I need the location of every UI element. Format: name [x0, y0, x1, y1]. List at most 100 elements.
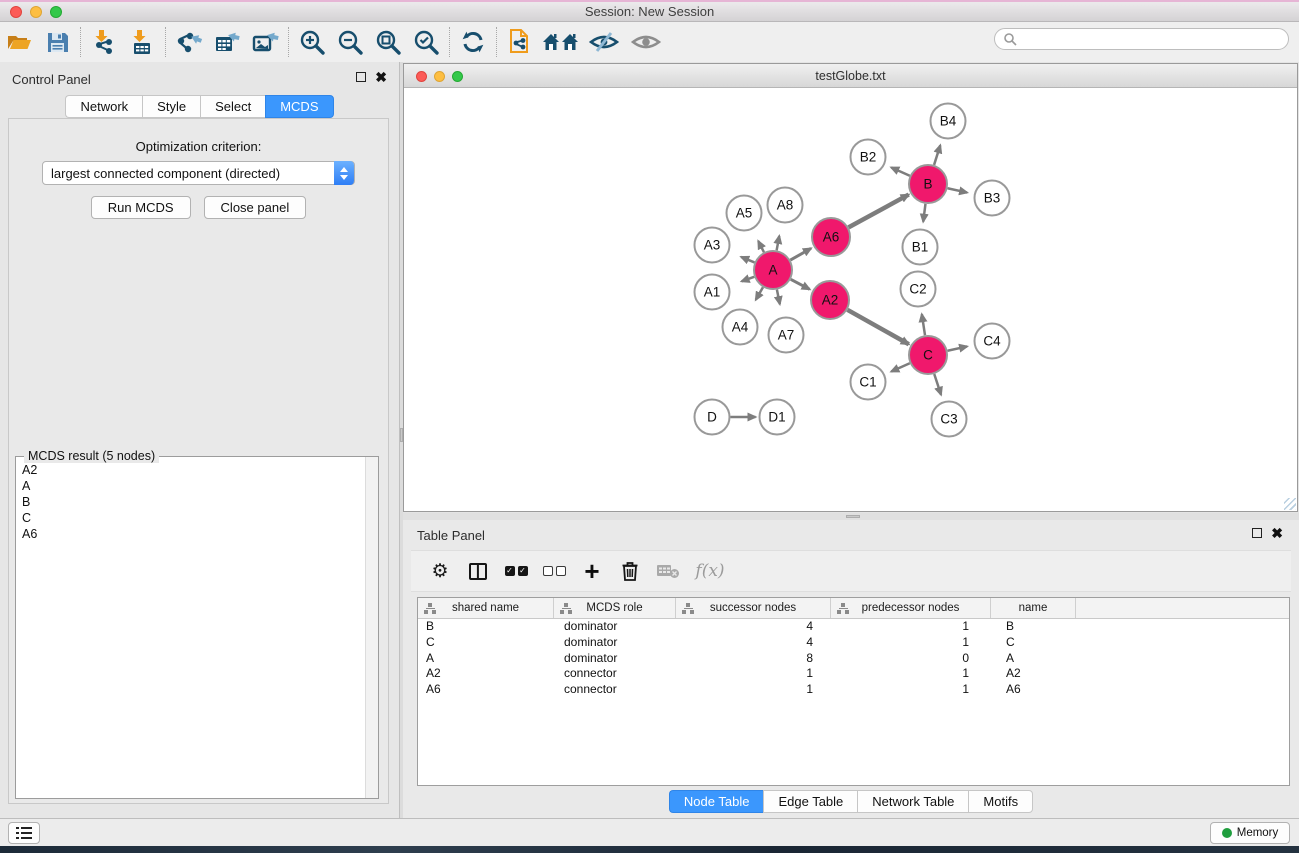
graph-node-A4[interactable]: A4	[723, 310, 758, 345]
table-cell[interactable]: dominator	[554, 651, 676, 667]
table-row[interactable]: A6connector11A6	[418, 682, 1289, 698]
tab-network[interactable]: Network	[65, 95, 142, 118]
table-cell[interactable]: connector	[554, 682, 676, 698]
graph-edge-A-A5[interactable]	[758, 241, 764, 252]
search-text-field[interactable]	[1022, 32, 1288, 46]
graph-node-C3[interactable]: C3	[932, 402, 967, 437]
graph-node-B3[interactable]: B3	[975, 181, 1010, 216]
trash-icon[interactable]	[611, 554, 649, 588]
table-cell[interactable]: 1	[676, 666, 831, 682]
graph-edge-A-A8[interactable]	[777, 236, 780, 250]
gear-icon[interactable]: ⚙	[421, 554, 459, 588]
zoom-out-icon[interactable]	[331, 25, 369, 59]
network-close-button[interactable]	[416, 71, 427, 82]
table-cell[interactable]: B	[991, 619, 1076, 635]
column-header-shared-name[interactable]: shared name	[418, 598, 554, 618]
table-cell[interactable]: 1	[831, 666, 991, 682]
table-tab-network-table[interactable]: Network Table	[857, 790, 968, 813]
column-header-predecessor-nodes[interactable]: predecessor nodes	[831, 598, 991, 618]
graph-node-A1[interactable]: A1	[695, 275, 730, 310]
graph-node-C2[interactable]: C2	[901, 272, 936, 307]
search-input[interactable]	[994, 28, 1289, 50]
table-cell[interactable]: 4	[676, 619, 831, 635]
table-cell[interactable]: 8	[676, 651, 831, 667]
table-cell[interactable]: 4	[676, 635, 831, 651]
graph-node-B[interactable]: B	[909, 165, 947, 203]
result-item[interactable]: A2	[16, 462, 364, 478]
close-panel-button[interactable]: Close panel	[204, 196, 307, 219]
graph-edge-A-A4[interactable]	[756, 287, 763, 299]
column-header-successor-nodes[interactable]: successor nodes	[676, 598, 831, 618]
file-network-icon[interactable]	[501, 25, 539, 59]
result-item[interactable]: B	[16, 494, 364, 510]
refresh-icon[interactable]	[454, 25, 492, 59]
eye-slash-icon[interactable]	[583, 25, 625, 59]
network-minimize-button[interactable]	[434, 71, 445, 82]
table-cell[interactable]: A6	[991, 682, 1076, 698]
table-cell[interactable]: 1	[676, 682, 831, 698]
add-column-icon[interactable]: +	[573, 554, 611, 588]
open-folder-icon[interactable]	[0, 25, 38, 59]
result-item[interactable]: C	[16, 510, 364, 526]
tab-select[interactable]: Select	[200, 95, 265, 118]
close-table-panel-icon[interactable]: ✖	[1271, 528, 1283, 538]
graph-edge-A-A1[interactable]	[742, 277, 755, 282]
horizontal-splitter[interactable]	[403, 513, 1299, 520]
minimize-window-button[interactable]	[30, 6, 42, 18]
zoom-in-icon[interactable]	[293, 25, 331, 59]
close-panel-icon[interactable]: ✖	[375, 72, 387, 82]
table-cell[interactable]: A2	[991, 666, 1076, 682]
table-tab-node-table[interactable]: Node Table	[669, 790, 764, 813]
network-zoom-button[interactable]	[452, 71, 463, 82]
save-icon[interactable]	[38, 25, 76, 59]
graph-edge-A-A2[interactable]	[791, 279, 810, 289]
graph-node-A6[interactable]: A6	[812, 218, 850, 256]
close-window-button[interactable]	[10, 6, 22, 18]
table-cell[interactable]: B	[418, 619, 554, 635]
zoom-selected-icon[interactable]	[407, 25, 445, 59]
graph-edge-C-C4[interactable]	[948, 346, 968, 350]
table-cell[interactable]: 1	[831, 682, 991, 698]
table-cell[interactable]: 1	[831, 635, 991, 651]
tab-style[interactable]: Style	[142, 95, 200, 118]
node-table[interactable]: shared name MCDS role successor nodes pr…	[417, 597, 1290, 786]
graph-edge-A-A6[interactable]	[790, 248, 811, 260]
graph-node-A7[interactable]: A7	[769, 318, 804, 353]
task-history-button[interactable]	[8, 822, 40, 844]
table-cell[interactable]: connector	[554, 666, 676, 682]
graph-edge-C-C1[interactable]	[891, 363, 910, 371]
graph-edge-A-A3[interactable]	[741, 257, 754, 262]
tab-mcds[interactable]: MCDS	[265, 95, 333, 118]
graph-node-C1[interactable]: C1	[851, 365, 886, 400]
graph-edge-B-B3[interactable]	[948, 188, 968, 192]
graph-node-D1[interactable]: D1	[760, 400, 795, 435]
table-cell[interactable]: C	[418, 635, 554, 651]
graph-edge-B-B4[interactable]	[934, 145, 940, 165]
table-tab-edge-table[interactable]: Edge Table	[763, 790, 857, 813]
table-cell[interactable]: 1	[831, 619, 991, 635]
result-scrollbar[interactable]	[365, 457, 378, 798]
graph-node-C[interactable]: C	[909, 336, 947, 374]
columns-icon[interactable]	[459, 554, 497, 588]
column-header-mcds-role[interactable]: MCDS role	[554, 598, 676, 618]
graph-node-C4[interactable]: C4	[975, 324, 1010, 359]
table-row[interactable]: Adominator80A	[418, 651, 1289, 667]
houses-icon[interactable]	[539, 25, 583, 59]
graph-edge-C-C3[interactable]	[934, 374, 941, 395]
run-mcds-button[interactable]: Run MCDS	[91, 196, 191, 219]
export-image-icon[interactable]	[246, 25, 284, 59]
float-table-panel-icon[interactable]	[1252, 528, 1262, 538]
table-cell[interactable]: dominator	[554, 635, 676, 651]
graph-edge-A6-B[interactable]	[849, 195, 909, 228]
graph-node-A2[interactable]: A2	[811, 281, 849, 319]
export-network-icon[interactable]	[170, 25, 208, 59]
graph-node-A8[interactable]: A8	[768, 188, 803, 223]
table-cell[interactable]: A6	[418, 682, 554, 698]
table-cell[interactable]: C	[991, 635, 1076, 651]
window-resize-handle[interactable]	[1284, 498, 1296, 510]
graph-node-B2[interactable]: B2	[851, 140, 886, 175]
zoom-fit-icon[interactable]	[369, 25, 407, 59]
result-item[interactable]: A	[16, 478, 364, 494]
graph-edge-B-B1[interactable]	[923, 204, 925, 222]
table-row[interactable]: A2connector11A2	[418, 666, 1289, 682]
